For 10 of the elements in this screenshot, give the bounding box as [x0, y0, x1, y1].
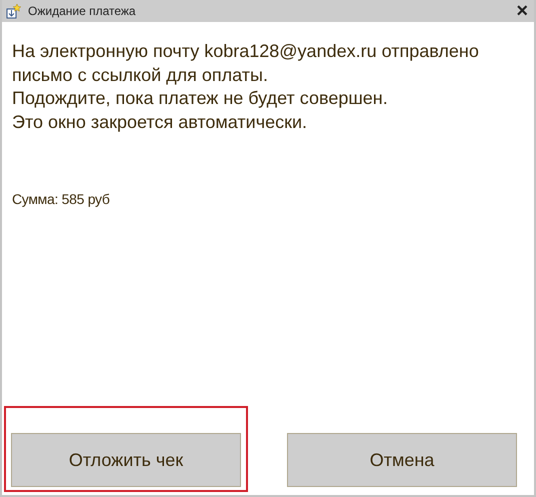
message-line: письмо с ссылкой для оплаты.	[12, 64, 268, 87]
close-button[interactable]: ×	[516, 1, 528, 21]
message-line: Это окно закроется автоматически.	[12, 110, 308, 134]
action-button[interactable]: Отмена	[287, 433, 517, 487]
message-line: На электронную почту kobra128@yandex.ru отправлено	[12, 40, 479, 63]
form-icon	[6, 3, 22, 19]
action-button[interactable]: Отложить чек	[11, 433, 241, 487]
message-line: Подождите, пока платеж не будет совершен.	[12, 87, 388, 110]
sum-label: Сумма: 585 руб	[12, 190, 110, 209]
window-title: Ожидание платежа	[28, 3, 137, 20]
